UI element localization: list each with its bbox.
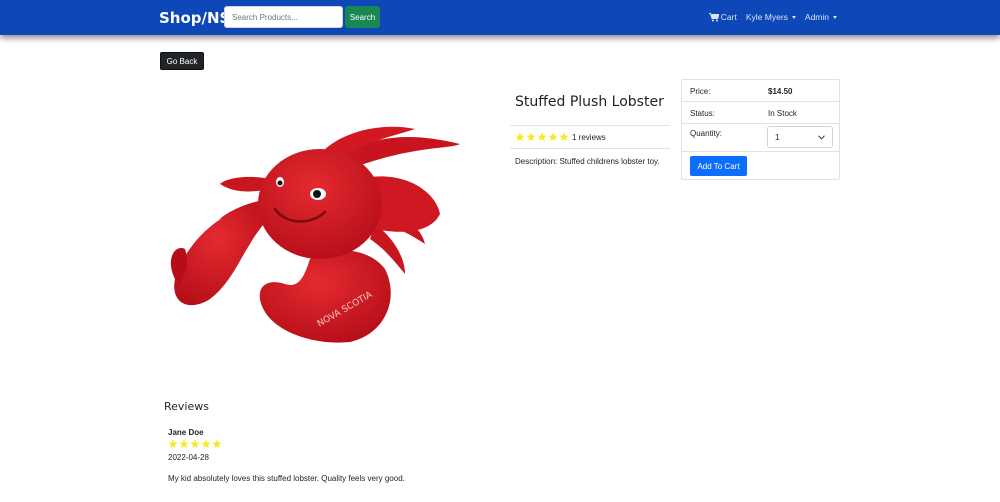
purchase-panel: Price: $14.50 Status: In Stock Quantity:… (681, 79, 840, 180)
chevron-down-icon (818, 134, 825, 139)
user-menu-dropdown[interactable]: Kyle Myers (746, 12, 796, 22)
star-icon (515, 132, 525, 141)
review-date: 2022-04-28 (168, 453, 209, 462)
product-description: Description: Stuffed childrens lobster t… (515, 157, 660, 166)
price-row: Price: $14.50 (682, 80, 839, 102)
review-comment: My kid absolutely loves this stuffed lob… (168, 474, 405, 483)
review-author: Jane Doe (168, 428, 204, 437)
star-icon (212, 439, 222, 448)
add-to-cart-button[interactable]: Add To Cart (690, 156, 747, 176)
quantity-label: Quantity: (690, 129, 723, 138)
top-navbar: Shop/NS Search Cart Kyle Myers Admin (0, 0, 1000, 35)
caret-down-icon (791, 15, 796, 19)
status-label: Status: (690, 109, 715, 118)
status-value: In Stock (768, 109, 797, 118)
go-back-button[interactable]: Go Back (160, 52, 204, 70)
nav-right-menu: Cart Kyle Myers Admin (708, 12, 837, 22)
review-rating (168, 439, 222, 449)
user-menu-label: Kyle Myers (745, 12, 788, 22)
quantity-select[interactable]: 1 (767, 126, 833, 148)
title-divider (510, 125, 670, 126)
price-label: Price: (690, 87, 711, 96)
star-icon (526, 132, 536, 141)
star-icon (559, 132, 569, 141)
star-icon (548, 132, 558, 141)
search-button[interactable]: Search (345, 6, 380, 28)
search-input[interactable] (224, 6, 343, 28)
price-value: $14.50 (768, 87, 793, 96)
star-icon (168, 439, 178, 448)
cart-icon (708, 12, 719, 21)
cart-label: Cart (720, 12, 737, 22)
cart-link[interactable]: Cart (708, 12, 737, 22)
status-row: Status: In Stock (682, 102, 839, 124)
quantity-value: 1 (775, 132, 780, 142)
product-rating: 1 reviews (515, 132, 606, 142)
star-icon (201, 439, 211, 448)
reviews-heading: Reviews (164, 400, 209, 413)
brand-logo[interactable]: Shop/NS (159, 9, 230, 27)
reviews-count: 1 reviews (572, 132, 606, 142)
star-icon (179, 439, 189, 448)
star-icon (537, 132, 547, 141)
product-title: Stuffed Plush Lobster (515, 94, 664, 110)
rating-divider (510, 148, 670, 149)
admin-menu-label: Admin (804, 12, 829, 22)
star-icon (190, 439, 200, 448)
admin-menu-dropdown[interactable]: Admin (805, 12, 837, 22)
caret-down-icon (833, 15, 837, 19)
product-image: NOVA SCOTIA (170, 126, 460, 343)
